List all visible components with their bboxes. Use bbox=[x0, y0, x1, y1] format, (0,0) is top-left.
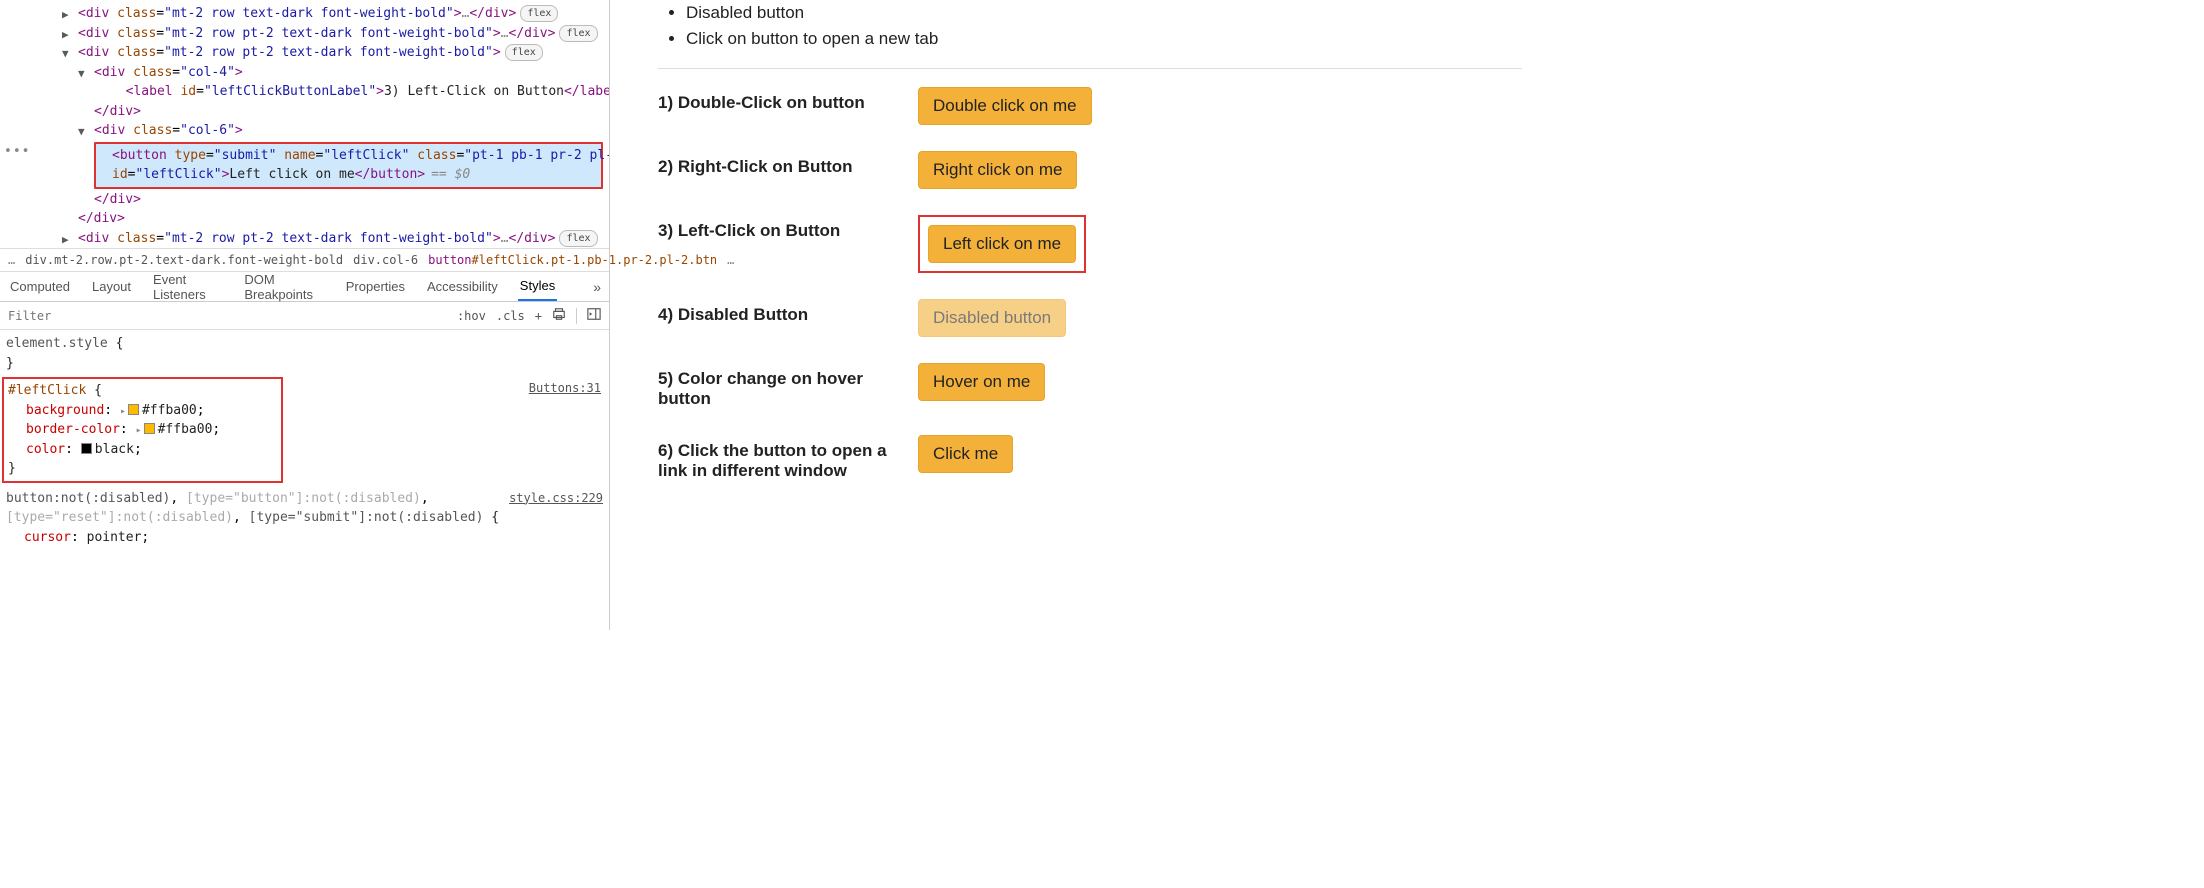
row-label: 2) Right-Click on Button bbox=[658, 151, 918, 177]
button-enabled-rule[interactable]: button:not(:disabled), [type="button"]:n… bbox=[6, 489, 603, 548]
dom-node[interactable]: </div> bbox=[0, 190, 609, 210]
dom-node[interactable]: ▼ <div class="col-4"> bbox=[0, 63, 609, 83]
intro-list: Disabled button Click on button to open … bbox=[658, 0, 1522, 52]
flex-badge[interactable]: flex bbox=[520, 5, 558, 22]
collapse-icon[interactable]: ▼ bbox=[78, 66, 85, 83]
gutter-menu-icon[interactable]: ••• bbox=[4, 142, 30, 162]
collapse-icon[interactable]: ▼ bbox=[62, 46, 69, 63]
dom-node[interactable]: ▶ <div class="mt-2 row text-dark font-we… bbox=[0, 4, 609, 24]
breadcrumb-more-left[interactable]: … bbox=[8, 253, 15, 267]
collapse-icon[interactable]: ▼ bbox=[78, 124, 85, 141]
row-label: 3) Left-Click on Button bbox=[658, 215, 918, 241]
open-link-button[interactable]: Click me bbox=[918, 435, 1013, 473]
breadcrumb-item[interactable]: div.col-6 bbox=[353, 253, 418, 267]
element-style-rule[interactable]: element.style { } bbox=[6, 334, 603, 373]
demo-row: 4) Disabled Button Disabled button bbox=[658, 299, 1522, 337]
dom-node-selected[interactable]: <button type="submit" name="leftClick" c… bbox=[94, 142, 603, 189]
rule-source-link[interactable]: style.css:229 bbox=[509, 489, 603, 507]
flex-badge[interactable]: flex bbox=[559, 230, 597, 247]
list-item: Disabled button bbox=[686, 0, 1522, 26]
hov-toggle[interactable]: :hov bbox=[457, 309, 486, 323]
styles-rules[interactable]: element.style { } #leftClick { Buttons:3… bbox=[0, 330, 609, 630]
color-swatch-icon[interactable] bbox=[128, 404, 139, 415]
demo-row: 1) Double-Click on button Double click o… bbox=[658, 87, 1522, 125]
dom-node[interactable]: ▼ <div class="col-6"> bbox=[0, 121, 609, 141]
demo-row: 6) Click the button to open a link in di… bbox=[658, 435, 1522, 481]
computed-panel-icon[interactable] bbox=[587, 307, 601, 324]
devtools-panel: ▶ <div class="mt-2 row text-dark font-we… bbox=[0, 0, 610, 630]
tab-accessibility[interactable]: Accessibility bbox=[425, 273, 500, 300]
new-rule-button[interactable]: + bbox=[535, 309, 542, 323]
rendered-page: Disabled button Click on button to open … bbox=[610, 0, 1562, 630]
demo-row: 5) Color change on hover button Hover on… bbox=[658, 363, 1522, 409]
dom-node[interactable]: ▼ <div class="mt-2 row pt-2 text-dark fo… bbox=[0, 43, 609, 63]
color-swatch-icon[interactable] bbox=[81, 443, 92, 454]
tab-styles[interactable]: Styles bbox=[518, 272, 557, 301]
dom-node[interactable]: </div> bbox=[0, 209, 609, 229]
expand-icon[interactable]: ▶ bbox=[62, 232, 69, 249]
rule-source-link[interactable]: Buttons:31 bbox=[529, 379, 601, 397]
tabs-overflow-icon[interactable]: » bbox=[593, 279, 601, 295]
dom-node[interactable]: </div> bbox=[0, 102, 609, 122]
row-label: 4) Disabled Button bbox=[658, 299, 918, 325]
tab-computed[interactable]: Computed bbox=[8, 273, 72, 300]
leftclick-rule[interactable]: #leftClick { Buttons:31 background: ▸#ff… bbox=[2, 377, 283, 483]
hover-button[interactable]: Hover on me bbox=[918, 363, 1045, 401]
row-label: 1) Double-Click on button bbox=[658, 87, 918, 113]
demo-row: 2) Right-Click on Button Right click on … bbox=[658, 151, 1522, 189]
styles-tabs: Computed Layout Event Listeners DOM Brea… bbox=[0, 272, 609, 302]
elements-dom-tree[interactable]: ▶ <div class="mt-2 row text-dark font-we… bbox=[0, 0, 609, 248]
tab-layout[interactable]: Layout bbox=[90, 273, 133, 300]
dom-node[interactable]: ▶ <div class="mt-2 row pt-2 text-dark fo… bbox=[0, 24, 609, 44]
list-item: Click on button to open a new tab bbox=[686, 26, 1522, 52]
double-click-button[interactable]: Double click on me bbox=[918, 87, 1092, 125]
inspect-highlight: Left click on me bbox=[918, 215, 1086, 273]
color-swatch-icon[interactable] bbox=[144, 423, 155, 434]
cls-toggle[interactable]: .cls bbox=[496, 309, 525, 323]
styles-toolbar: :hov .cls + bbox=[0, 302, 609, 330]
expand-icon[interactable]: ▶ bbox=[62, 27, 69, 44]
left-click-button[interactable]: Left click on me bbox=[928, 225, 1076, 263]
dom-node[interactable]: ▶ <div class="mt-2 row pt-2 text-dark fo… bbox=[0, 229, 609, 249]
divider bbox=[658, 68, 1522, 69]
row-label: 5) Color change on hover button bbox=[658, 363, 918, 409]
right-click-button[interactable]: Right click on me bbox=[918, 151, 1077, 189]
disabled-button: Disabled button bbox=[918, 299, 1066, 337]
expand-icon[interactable]: ▶ bbox=[62, 7, 69, 24]
demo-row-highlighted: 3) Left-Click on Button Left click on me bbox=[658, 215, 1522, 273]
flex-badge[interactable]: flex bbox=[505, 44, 543, 61]
flex-badge[interactable]: flex bbox=[559, 25, 597, 42]
eq-dollar-hint: == $0 bbox=[431, 167, 470, 182]
tab-properties[interactable]: Properties bbox=[344, 273, 407, 300]
dom-node[interactable]: <label id="leftClickButtonLabel">3) Left… bbox=[0, 82, 609, 102]
print-media-icon[interactable] bbox=[552, 307, 566, 324]
styles-filter-input[interactable] bbox=[8, 309, 447, 323]
row-label: 6) Click the button to open a link in di… bbox=[658, 435, 918, 481]
